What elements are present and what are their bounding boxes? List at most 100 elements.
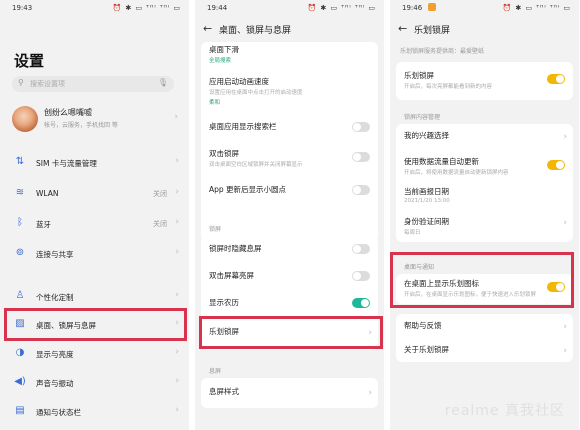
list-item-data-update[interactable]: 使用数据流量自动更新 开启后，将使用数据流量自动更新锁屏内容: [396, 156, 573, 182]
list-item-search-bar[interactable]: 桌面应用显示搜索栏: [201, 121, 378, 141]
toggle-switch[interactable]: [547, 74, 565, 84]
list-item-lunar[interactable]: 显示农历: [201, 297, 378, 315]
item-desc: 开启后，将使用数据流量自动更新锁屏内容: [404, 170, 509, 176]
item-title: 当前画报日期: [404, 187, 449, 196]
status-icons: ⏰ ✱ ▭ ᵀᴴᴵ ᵀᴴᴵ ▭: [502, 4, 571, 12]
settings-item-label: WLAN: [36, 189, 59, 198]
item-title: 桌面下滑: [209, 45, 239, 54]
highlight-box: [4, 308, 187, 341]
toggle-switch[interactable]: [352, 152, 370, 162]
status-icons: ⏰ ✱ ▭ ᵀᴴᴵ ᵀᴴᴵ ▭: [112, 4, 181, 12]
main-toggle-card: 乐划锁屏 开启后，每次亮屏都能看到新的内容: [396, 62, 573, 100]
status-time: 19:44: [207, 4, 228, 12]
profile-name: 创纷么嗯嘴嘘: [44, 108, 92, 117]
list-item-help[interactable]: 帮助与反馈 ›: [396, 320, 573, 338]
settings-item-personalize[interactable]: ♙ 个性化定制 ›: [0, 286, 189, 308]
chevron-right-icon: ›: [563, 218, 567, 228]
settings-item-label: 通知与状态栏: [36, 408, 81, 417]
settings-item-label: 声音与振动: [36, 379, 74, 388]
desktop-lock-screen: 19:44 ⏰ ✱ ▭ ᵀᴴᴵ ᵀᴴᴵ ▭ ← 桌面、锁屏与息屏 桌面下滑 全局…: [195, 0, 384, 430]
status-bar: 19:46 ⏰ ✱ ▭ ᵀᴴᴵ ᵀᴴᴵ ▭: [390, 0, 579, 16]
item-title: 双击屏幕亮屏: [209, 271, 254, 280]
item-title: App 更新后显示小圆点: [209, 185, 287, 194]
microphone-icon[interactable]: 🎙: [158, 78, 168, 87]
section-header-content: 锁屏内容管理: [404, 114, 441, 121]
toggle-switch[interactable]: [352, 271, 370, 281]
item-title: 桌面应用显示搜索栏: [209, 122, 277, 131]
wifi-icon: ≋: [15, 187, 25, 198]
back-arrow-icon[interactable]: ←: [398, 22, 407, 35]
settings-item-bluetooth[interactable]: ᛒ 蓝牙 关闭 ›: [0, 213, 189, 235]
account-profile[interactable]: 创纷么嗯嘴嘘 帐号，云服务，手机找回 等 ›: [10, 104, 180, 138]
nav-bar: ← 桌面、锁屏与息屏: [195, 18, 384, 40]
list-item-pulldown[interactable]: 桌面下滑 全局搜索: [201, 44, 378, 68]
item-title: 双击锁屏: [209, 149, 239, 158]
list-item-lehua[interactable]: 乐划锁屏 开启后，每次亮屏都能看到新的内容: [396, 70, 573, 96]
list-item-current-date[interactable]: 当前画报日期 2021/1/20 13:00: [396, 186, 573, 210]
list-item-aod-style[interactable]: 息屏样式 ›: [201, 386, 378, 404]
settings-item-sound[interactable]: ◀) 声音与振动 ›: [0, 372, 189, 394]
watermark: realme 真我社区: [444, 403, 565, 419]
aod-settings-card: 息屏样式 ›: [201, 378, 378, 408]
notification-icon: ▤: [15, 405, 25, 416]
highlight-box: [390, 252, 574, 308]
status-time: 19:46: [402, 4, 423, 12]
list-item-app-badge[interactable]: App 更新后显示小圆点: [201, 184, 378, 204]
item-title: 帮助与反馈: [404, 321, 442, 330]
chevron-right-icon: ›: [368, 388, 372, 398]
list-item-double-tap-wake[interactable]: 双击屏幕亮屏: [201, 270, 378, 288]
toggle-switch[interactable]: [352, 122, 370, 132]
chevron-right-icon: ›: [174, 112, 178, 122]
item-title: 息屏样式: [209, 387, 239, 396]
toggle-switch[interactable]: [352, 244, 370, 254]
item-value: 柔和: [209, 100, 221, 106]
back-arrow-icon[interactable]: ←: [203, 22, 212, 35]
chevron-right-icon: ›: [175, 376, 179, 386]
nav-title: 桌面、锁屏与息屏: [219, 26, 292, 36]
item-desc: 开启后，每次亮屏都能看到新的内容: [404, 84, 493, 90]
settings-item-display[interactable]: ◑ 显示与亮度 ›: [0, 343, 189, 365]
list-item-double-tap-lock[interactable]: 双击锁屏 双击桌面空白区域锁屏并关闭屏幕显示: [201, 148, 378, 176]
status-time: 19:43: [12, 4, 33, 12]
chevron-right-icon: ›: [175, 217, 179, 227]
chevron-right-icon: ›: [563, 346, 567, 356]
help-card: 帮助与反馈 › 关于乐划锁屏 ›: [396, 314, 573, 362]
settings-item-label: 个性化定制: [36, 293, 74, 302]
item-desc: 设置应用在桌面中点击打开的启动速度: [209, 90, 303, 96]
item-title: 应用启动动画速度: [209, 77, 269, 86]
list-item-interests[interactable]: 我的兴趣选择 ›: [396, 130, 573, 148]
content-card: 我的兴趣选择 › 使用数据流量自动更新 开启后，将使用数据流量自动更新锁屏内容 …: [396, 124, 573, 242]
settings-item-connection[interactable]: ⊚ 连接与共享 ›: [0, 243, 189, 265]
settings-item-wlan[interactable]: ≋ WLAN 关闭 ›: [0, 183, 189, 205]
list-item-hide-aod[interactable]: 锁屏时隐藏息屏: [201, 243, 378, 261]
item-title: 显示农历: [209, 298, 239, 307]
settings-item-label: SIM 卡与流量管理: [36, 159, 97, 168]
status-bar: 19:44 ⏰ ✱ ▭ ᵀᴴᴵ ᵀᴴᴵ ▭: [195, 0, 384, 16]
lehua-lock-screen: 19:46 ⏰ ✱ ▭ ᵀᴴᴵ ᵀᴴᴵ ▭ ← 乐划锁屏 乐划锁屏服务提供商：最…: [390, 0, 579, 430]
item-title: 使用数据流量自动更新: [404, 157, 479, 166]
speaker-icon: ◀): [14, 376, 26, 387]
toggle-switch[interactable]: [352, 185, 370, 195]
toggle-switch[interactable]: [547, 160, 565, 170]
search-input[interactable]: ⚲ 搜索设置项 🎙: [12, 76, 174, 92]
profile-subtitle: 帐号，云服务，手机找回 等: [44, 122, 118, 129]
chevron-right-icon: ›: [563, 132, 567, 142]
list-item-auth-period[interactable]: 身份验证间期 每周日 ›: [396, 216, 573, 240]
item-desc: 全局搜索: [209, 58, 232, 64]
chevron-right-icon: ›: [175, 156, 179, 166]
list-item-about[interactable]: 关于乐划锁屏 ›: [396, 344, 573, 362]
settings-item-value: 关闭: [153, 190, 167, 198]
chevron-right-icon: ›: [175, 290, 179, 300]
search-placeholder: 搜索设置项: [30, 80, 65, 88]
search-icon: ⚲: [18, 78, 24, 87]
settings-item-notification[interactable]: ▤ 通知与状态栏 ›: [0, 401, 189, 423]
bluetooth-icon: ᛒ: [17, 217, 23, 228]
settings-item-sim[interactable]: ⇅ SIM 卡与流量管理 ›: [0, 152, 189, 174]
toggle-switch[interactable]: [352, 298, 370, 308]
list-item-launch-speed[interactable]: 应用启动动画速度 设置应用在桌面中点击打开的启动速度 柔和: [201, 76, 378, 108]
chevron-right-icon: ›: [175, 247, 179, 257]
page-title: 设置: [14, 52, 45, 70]
section-header-aod: 息屏: [209, 368, 222, 375]
nav-title: 乐划锁屏: [414, 26, 451, 36]
chevron-right-icon: ›: [175, 347, 179, 357]
